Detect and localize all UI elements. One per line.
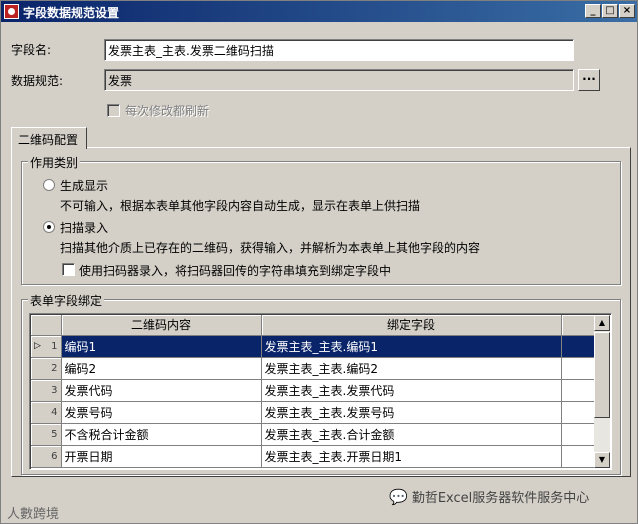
current-row-icon: ▷	[34, 340, 41, 351]
row-number: 4	[31, 401, 62, 424]
row-number: 5	[31, 423, 62, 446]
row-number: ▷ 1	[31, 335, 62, 358]
cell-content[interactable]: 开票日期	[61, 445, 262, 468]
row-number: 3	[31, 379, 62, 402]
scroll-up-icon[interactable]: ▲	[594, 315, 610, 331]
maximize-button[interactable]: □	[602, 4, 618, 18]
cell-field[interactable]: 发票主表_主表.开票日期1	[261, 445, 562, 468]
column-header-field[interactable]: 绑定字段	[261, 315, 562, 336]
cell-field[interactable]: 发票主表_主表.合计金额	[261, 423, 562, 446]
table-row[interactable]: 5 不含税合计金额 发票主表_主表.合计金额	[31, 423, 596, 446]
cell-content[interactable]: 发票代码	[61, 379, 262, 402]
scroll-down-icon[interactable]: ▼	[594, 452, 610, 468]
table-row[interactable]: ▷ 1 编码1 发票主表_主表.编码1	[31, 335, 596, 358]
binding-group-title: 表单字段绑定	[28, 292, 105, 309]
row-number: 6	[31, 445, 62, 468]
option-generate-desc: 不可输入，根据本表单其他字段内容自动生成，显示在表单上供扫描	[60, 199, 421, 213]
chat-icon: 💬	[389, 488, 408, 506]
radio-generate-display[interactable]	[43, 179, 55, 191]
column-header-blank	[561, 315, 596, 336]
cell-blank[interactable]	[561, 423, 596, 446]
table-row[interactable]: 3 发票代码 发票主表_主表.发票代码	[31, 379, 596, 402]
watermark-right: 💬 勤哲Excel服务器软件服务中心	[389, 488, 590, 506]
option-scan-label: 扫描录入	[60, 221, 109, 235]
row-header-corner	[31, 315, 62, 336]
usage-group-title: 作用类别	[28, 154, 81, 171]
row-number: 2	[31, 357, 62, 380]
binding-table: 二维码内容 绑定字段 ▷ 1 编码1 发票主表_主表.编码1 2 编码2 发票主表…	[31, 315, 596, 468]
cell-field[interactable]: 发票主表_主表.发票代码	[261, 379, 562, 402]
window-title: 字段数据规范设置	[23, 6, 120, 20]
dialog-window: 字段数据规范设置 _ □ × 字段名: 发票主表_主表.发票二维码扫描 数据规范…	[0, 0, 638, 524]
cell-blank[interactable]	[561, 445, 596, 468]
app-icon	[4, 4, 19, 19]
scanner-label: 使用扫码器录入，将扫码器回传的字符串填充到绑定字段中	[79, 264, 392, 278]
watermark-left: 人數跨境	[7, 507, 60, 522]
cell-content[interactable]: 发票号码	[61, 401, 262, 424]
data-spec-label: 数据规范:	[11, 74, 64, 88]
cell-blank[interactable]	[561, 335, 596, 358]
refresh-checkbox[interactable]	[107, 104, 120, 117]
cell-field[interactable]: 发票主表_主表.发票号码	[261, 401, 562, 424]
cell-blank[interactable]	[561, 379, 596, 402]
cell-blank[interactable]	[561, 357, 596, 380]
cell-content[interactable]: 不含税合计金额	[61, 423, 262, 446]
table-row[interactable]: 6 开票日期 发票主表_主表.开票日期1	[31, 445, 596, 468]
cell-content[interactable]: 编码2	[61, 357, 262, 380]
cell-content[interactable]: 编码1	[61, 335, 262, 358]
data-spec-input[interactable]: 发票	[104, 69, 574, 91]
cell-field[interactable]: 发票主表_主表.编码2	[261, 357, 562, 380]
cell-blank[interactable]	[561, 401, 596, 424]
tab-qrcode-config[interactable]: 二维码配置	[11, 127, 87, 149]
option-generate-label: 生成显示	[60, 179, 109, 193]
cell-field[interactable]: 发票主表_主表.编码1	[261, 335, 562, 358]
field-name-input[interactable]: 发票主表_主表.发票二维码扫描	[104, 39, 574, 61]
field-name-label: 字段名:	[11, 43, 52, 57]
grid-scrollbar[interactable]: ▲ ▼	[594, 315, 610, 468]
close-button[interactable]: ×	[619, 4, 635, 18]
option-scan-desc: 扫描其他介质上已存在的二维码，获得输入，并解析为本表单上其他字段的内容	[60, 241, 481, 255]
table-row[interactable]: 4 发票号码 发票主表_主表.发票号码	[31, 401, 596, 424]
minimize-button[interactable]: _	[585, 4, 601, 18]
scroll-thumb[interactable]	[594, 332, 610, 418]
column-header-content[interactable]: 二维码内容	[61, 315, 262, 336]
table-row[interactable]: 2 编码2 发票主表_主表.编码2	[31, 357, 596, 380]
tab-label: 二维码配置	[18, 133, 79, 147]
title-bar[interactable]: 字段数据规范设置 _ □ ×	[1, 1, 637, 22]
browse-button[interactable]: ···	[578, 69, 600, 91]
binding-grid[interactable]: 二维码内容 绑定字段 ▷ 1 编码1 发票主表_主表.编码1 2 编码2 发票主表…	[29, 313, 612, 470]
radio-scan-input[interactable]	[43, 221, 55, 233]
refresh-label: 每次修改都刷新	[125, 104, 210, 118]
scanner-checkbox[interactable]	[62, 263, 75, 276]
